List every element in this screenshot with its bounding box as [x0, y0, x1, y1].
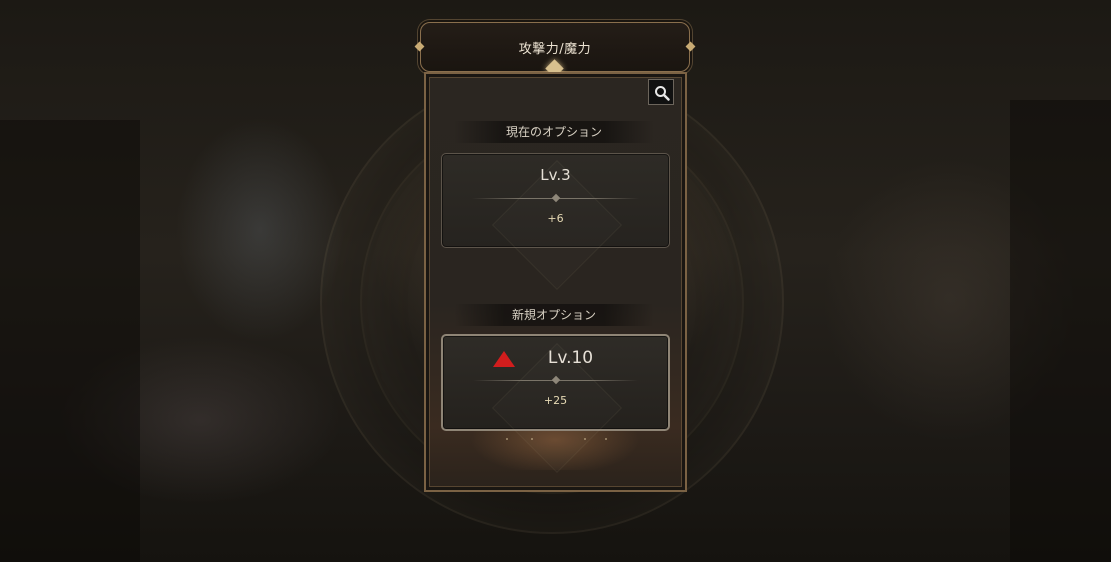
new-option-level: Lv.10: [547, 348, 594, 368]
current-option-card: Lv.3 +6: [441, 153, 670, 291]
new-option-card: Lv.10 +25: [441, 334, 670, 474]
current-option-label: 現在のオプション: [454, 121, 654, 143]
new-option-value: +25: [543, 394, 568, 407]
card-divider: [473, 375, 638, 385]
sparkle-dot: [584, 438, 586, 440]
search-icon: [655, 86, 670, 101]
card-divider: [472, 193, 639, 203]
search-button[interactable]: [648, 79, 674, 105]
current-option-level: Lv.3: [540, 166, 571, 184]
sparkle-dot: [531, 438, 533, 440]
window-title: 攻撃力/魔力: [518, 42, 592, 57]
background-shelf-right: [1010, 100, 1111, 562]
current-option-value: +6: [547, 212, 564, 225]
sparkle-dot: [506, 438, 508, 440]
sparkle-dot: [605, 438, 607, 440]
new-option-label: 新規オプション: [454, 304, 654, 326]
background-shelf-left: [0, 120, 140, 562]
